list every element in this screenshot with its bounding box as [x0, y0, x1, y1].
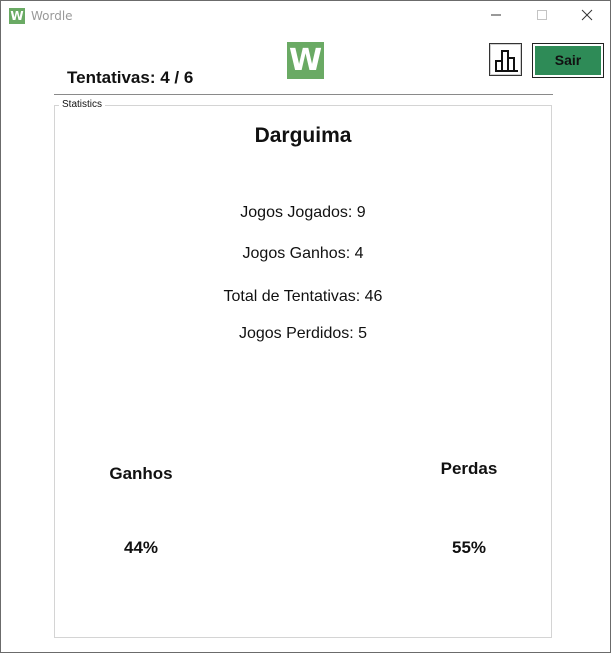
wordle-logo: W: [287, 42, 324, 79]
close-button[interactable]: [564, 1, 610, 31]
app-icon: W: [9, 8, 25, 24]
minimize-button[interactable]: [473, 1, 519, 31]
bar-chart-icon: [495, 50, 518, 72]
header-divider: [54, 94, 553, 95]
statistics-group-label: Statistics: [59, 99, 106, 110]
losses-label: Perdas: [440, 459, 498, 478]
minimize-icon: [491, 14, 501, 16]
games-won: Jogos Ganhos: 4: [242, 245, 364, 262]
exit-button[interactable]: Sair: [532, 43, 604, 78]
statistics-groupbox: [54, 105, 552, 638]
total-attempts: Total de Tentativas: 46: [223, 288, 383, 305]
maximize-icon: [537, 10, 547, 20]
window-title: Wordle: [31, 9, 73, 23]
losses-percent: 55%: [451, 538, 487, 557]
statistics-button[interactable]: [489, 43, 522, 76]
wins-label: Ganhos: [109, 464, 173, 483]
games-played: Jogos Jogados: 9: [240, 204, 366, 221]
games-lost: Jogos Perdidos: 5: [238, 325, 368, 342]
player-name: Darguima: [254, 124, 352, 147]
title-bar[interactable]: W Wordle: [1, 1, 610, 31]
app-window: W Wordle Tentativas: 4 / 6 W Sair Statis…: [0, 0, 611, 653]
attempts-counter: Tentativas: 4 / 6: [67, 68, 194, 87]
close-icon: [581, 9, 593, 21]
maximize-button[interactable]: [519, 1, 565, 31]
wins-percent: 44%: [123, 538, 159, 557]
